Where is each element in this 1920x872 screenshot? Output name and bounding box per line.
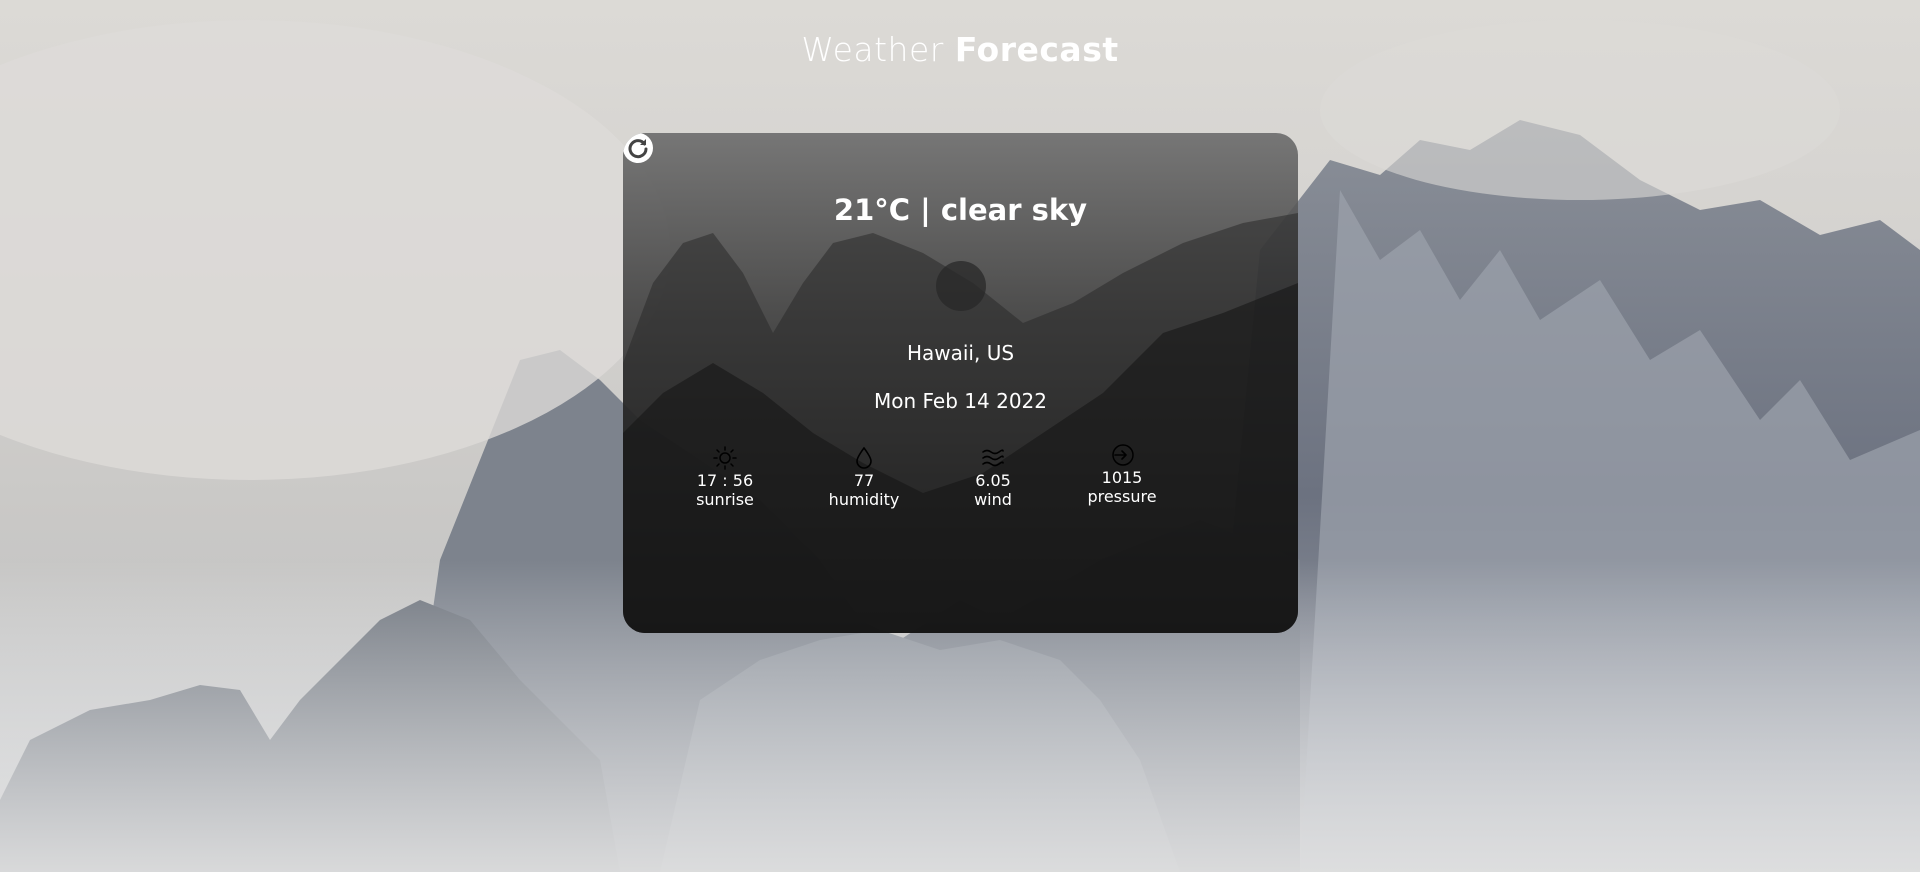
sunrise-label: sunrise bbox=[696, 490, 754, 509]
refresh-button[interactable] bbox=[623, 133, 653, 163]
weather-card: 21°C | clear sky Hawaii, US Mon Feb 14 2… bbox=[623, 133, 1298, 633]
pressure-label: pressure bbox=[1087, 487, 1157, 506]
app-title-light: Weather bbox=[801, 30, 944, 69]
app-title: Weather Forecast bbox=[0, 30, 1920, 69]
stat-pressure: 1015 pressure bbox=[1067, 442, 1177, 506]
arrow-circle-right-icon bbox=[1112, 444, 1134, 466]
stat-wind: 6.05 wind bbox=[938, 445, 1048, 509]
wind-waves-icon bbox=[982, 449, 1004, 467]
app-title-bold: Forecast bbox=[954, 30, 1119, 69]
location-label: Hawaii, US bbox=[906, 341, 1015, 365]
sunrise-value: 17 : 56 bbox=[696, 471, 754, 490]
refresh-icon bbox=[628, 139, 648, 159]
stat-sunrise: 17 : 56 sunrise bbox=[670, 445, 780, 509]
weather-condition-icon bbox=[936, 261, 986, 311]
stat-humidity: 77 humidity bbox=[809, 445, 919, 509]
humidity-value: 77 bbox=[853, 471, 875, 490]
date-label: Mon Feb 14 2022 bbox=[874, 389, 1047, 413]
temperature-description: 21°C | clear sky bbox=[833, 193, 1088, 227]
wind-value: 6.05 bbox=[975, 471, 1011, 490]
sun-icon bbox=[713, 446, 737, 470]
wind-label: wind bbox=[974, 490, 1012, 509]
humidity-label: humidity bbox=[828, 490, 900, 509]
water-drop-icon bbox=[856, 446, 872, 469]
pressure-value: 1015 bbox=[1101, 468, 1143, 487]
